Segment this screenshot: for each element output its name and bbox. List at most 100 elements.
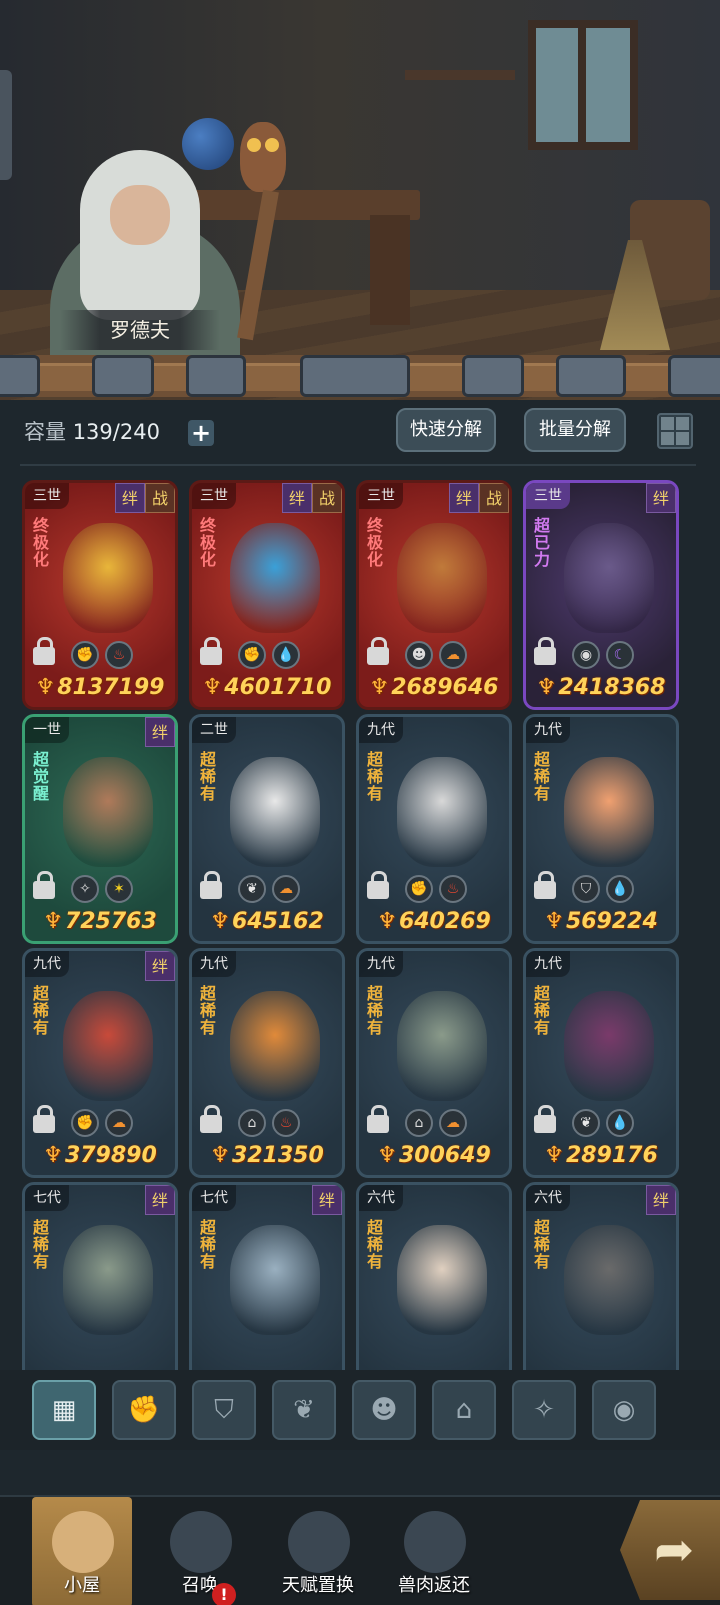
scene-window [528, 20, 638, 150]
pet-portrait [564, 523, 654, 633]
side-tab[interactable] [0, 70, 12, 180]
power-value: 725763 [25, 909, 175, 934]
bottom-nav: 小屋 召唤! 天赋置换 兽肉返还 [0, 1495, 720, 1605]
pet-card[interactable]: 九代 绊超稀有 ✊☁ 379890 [22, 948, 178, 1178]
pet-card[interactable]: 三世 绊战终极化 ☻☁ 2689646 [356, 480, 512, 710]
lock-icon[interactable] [534, 637, 556, 665]
pet-card[interactable]: 七代 绊超稀有 [189, 1182, 345, 1370]
pet-card[interactable]: 三世 绊战终极化 ✊💧 4601710 [189, 480, 345, 710]
generation-label: 九代 [359, 951, 403, 977]
expand-capacity-button[interactable]: + [188, 420, 214, 446]
fire-icon: ♨ [105, 641, 133, 669]
lock-icon[interactable] [534, 1105, 556, 1133]
fist-icon: ✊ [238, 641, 266, 669]
fist-icon [288, 1511, 350, 1573]
nav-item[interactable]: 天赋置换 [268, 1497, 368, 1605]
nav-item[interactable]: 召唤! [150, 1497, 250, 1605]
pet-card[interactable]: 二世超稀有 ❦☁ 645162 [189, 714, 345, 944]
generation-label: 二世 [192, 717, 236, 743]
nav-item[interactable]: 小屋 [32, 1497, 132, 1605]
rarity-label: 超稀有 [367, 1218, 384, 1271]
hut-icon [52, 1511, 114, 1573]
pet-portrait [63, 757, 153, 867]
filter-all-icon[interactable]: ▦ [32, 1380, 96, 1440]
filter-house-icon[interactable]: ⌂ [432, 1380, 496, 1440]
npc-scene: 罗德夫 [0, 0, 720, 400]
pet-card[interactable]: 六代超稀有 [356, 1182, 512, 1370]
pet-card[interactable]: 一世 绊超觉醒 ✧✶ 725763 [22, 714, 178, 944]
filter-fist-icon[interactable]: ✊ [112, 1380, 176, 1440]
back-button[interactable]: ➦ [620, 1500, 720, 1600]
pet-card[interactable]: 七代 绊超稀有 [22, 1182, 178, 1370]
capacity-value: 139/240 [72, 420, 160, 444]
leaf-icon: ❦ [572, 1109, 600, 1137]
pet-card[interactable]: 九代超稀有 ❦💧 289176 [523, 948, 679, 1178]
owl-icon [240, 122, 286, 192]
generation-label: 九代 [25, 951, 69, 977]
pet-portrait [397, 757, 487, 867]
rarity-label: 终极化 [33, 516, 50, 569]
lock-icon[interactable] [367, 1105, 389, 1133]
lock-icon[interactable] [200, 637, 222, 665]
lock-icon[interactable] [33, 637, 55, 665]
moon-icon: ☾ [606, 641, 634, 669]
plus-icon: + [190, 419, 212, 447]
pet-card[interactable]: 九代超稀有 ✊♨ 640269 [356, 714, 512, 944]
rarity-label: 超稀有 [534, 1218, 551, 1271]
quick-decompose-button[interactable]: 快速分解 [396, 408, 496, 452]
pet-portrait [63, 1225, 153, 1335]
egg-icon [170, 1511, 232, 1573]
star-icon: ✶ [105, 875, 133, 903]
filter-leaf-icon[interactable]: ❦ [272, 1380, 336, 1440]
pet-card[interactable]: 六代 绊超稀有 [523, 1182, 679, 1370]
pet-card[interactable]: 九代超稀有 ⌂♨ 321350 [189, 948, 345, 1178]
lock-icon[interactable] [200, 871, 222, 899]
lock-icon[interactable] [367, 637, 389, 665]
rarity-label: 超稀有 [33, 1218, 50, 1271]
lock-icon[interactable] [200, 1105, 222, 1133]
pet-storage-screen: 罗德夫 容量 139/240 + 快速分解 批量分解 三世绊战终极化✊♨8137… [0, 0, 720, 1605]
generation-label: 九代 [526, 951, 570, 977]
pet-card[interactable]: 三世 绊超已力 ◉☾ 2418368 [523, 480, 679, 710]
bond-tag: 绊 [646, 1185, 676, 1215]
nav-item[interactable]: 兽肉返还 [384, 1497, 484, 1605]
pet-portrait [63, 523, 153, 633]
bond-tag: 战 [145, 483, 175, 513]
pet-card[interactable]: 九代超稀有 ⛉💧 569224 [523, 714, 679, 944]
tag-group: 绊 [145, 1185, 175, 1215]
pet-portrait [397, 991, 487, 1101]
power-value: 300649 [359, 1143, 509, 1168]
filter-compass-icon[interactable]: ✧ [512, 1380, 576, 1440]
filter-shield-icon[interactable]: ⛉ [192, 1380, 256, 1440]
tag-group: 绊 [145, 717, 175, 747]
generation-label: 七代 [25, 1185, 69, 1211]
bond-tag: 绊 [115, 483, 145, 513]
filter-alien-icon[interactable]: ☻ [352, 1380, 416, 1440]
lock-icon[interactable] [534, 871, 556, 899]
lock-icon[interactable] [367, 871, 389, 899]
house-icon: ⌂ [238, 1109, 266, 1137]
generation-label: 九代 [192, 951, 236, 977]
capacity-text: 容量 139/240 [24, 416, 160, 446]
power-value: 569224 [526, 909, 676, 934]
lock-icon[interactable] [33, 1105, 55, 1133]
batch-decompose-button[interactable]: 批量分解 [524, 408, 626, 452]
pet-card[interactable]: 九代超稀有 ⌂☁ 300649 [356, 948, 512, 1178]
filter-bar: ▦ ✊ ⛉ ❦ ☻ ⌂ ✧ ◉ [0, 1370, 720, 1450]
grid-view-icon[interactable] [657, 413, 693, 449]
filter-eye-icon[interactable]: ◉ [592, 1380, 656, 1440]
rarity-label: 超稀有 [33, 984, 50, 1037]
lock-icon[interactable] [33, 871, 55, 899]
fist-icon: ✊ [71, 641, 99, 669]
tag-group: 绊 [646, 483, 676, 513]
generation-label: 九代 [359, 717, 403, 743]
bond-tag: 绊 [145, 951, 175, 981]
capacity-label: 容量 [24, 420, 66, 444]
water-icon: 💧 [606, 875, 634, 903]
eye-icon: ◉ [572, 641, 600, 669]
bond-tag: 绊 [145, 1185, 175, 1215]
pet-card[interactable]: 三世 绊战终极化 ✊♨ 8137199 [22, 480, 178, 710]
generation-label: 六代 [359, 1185, 403, 1211]
pet-portrait [397, 1225, 487, 1335]
pet-portrait [230, 757, 320, 867]
